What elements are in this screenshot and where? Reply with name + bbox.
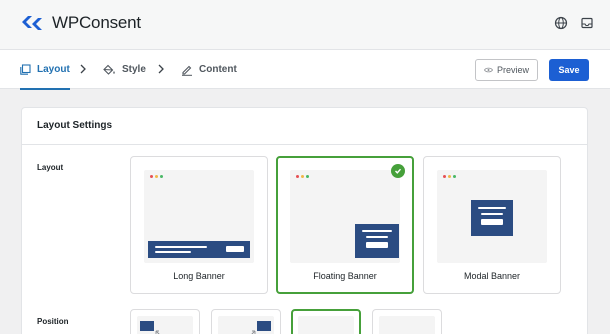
arrow-icon	[251, 330, 256, 334]
globe-icon[interactable]	[554, 16, 568, 30]
layout-option-label: Modal Banner	[463, 271, 521, 281]
position-option-bottom-right[interactable]	[211, 309, 281, 334]
position-preview	[298, 316, 354, 334]
floating-banner-shape	[355, 224, 399, 258]
panel-title: Layout Settings	[37, 120, 113, 131]
position-preview	[137, 316, 193, 334]
long-banner-shape	[148, 241, 250, 258]
save-button[interactable]: Save	[549, 59, 589, 81]
position-preview	[218, 316, 274, 334]
long-banner-preview	[144, 170, 254, 263]
tab-content-label: Content	[199, 64, 237, 75]
brand-logo: WPConsent	[20, 13, 141, 33]
preview-button[interactable]: Preview	[475, 59, 538, 81]
wpconsent-logo-icon	[22, 16, 42, 30]
brand-name: WPConsent	[52, 13, 141, 32]
layout-option-label: Floating Banner	[313, 271, 377, 281]
position-option-selected[interactable]	[291, 309, 361, 334]
pencil-icon	[182, 65, 192, 76]
layout-option-modal-banner[interactable]: Modal Banner	[423, 156, 561, 294]
tab-style-label: Style	[122, 64, 146, 75]
layout-option-label: Long Banner	[173, 271, 225, 281]
inbox-icon[interactable]	[580, 16, 594, 30]
modal-banner-shape	[471, 200, 513, 236]
tab-content[interactable]: Content	[181, 50, 237, 89]
layout-icon	[20, 64, 31, 75]
active-tab-indicator	[20, 88, 70, 90]
eye-icon	[484, 67, 493, 73]
preview-button-label: Preview	[496, 65, 529, 75]
layout-option-long-banner[interactable]: Long Banner	[130, 156, 268, 294]
chevron-right-icon	[80, 64, 86, 74]
selected-check-icon	[391, 164, 405, 178]
position-block	[140, 321, 154, 331]
arrow-icon	[155, 330, 160, 334]
tab-style[interactable]: Style	[103, 50, 146, 89]
position-preview	[379, 316, 435, 334]
chevron-right-icon	[158, 64, 164, 74]
tab-layout-label: Layout	[37, 64, 70, 75]
position-field-label: Position	[37, 317, 69, 326]
layout-settings-panel: Layout Settings Layout Long Banner Float…	[21, 107, 588, 334]
layout-field-label: Layout	[37, 163, 64, 172]
modal-banner-preview	[437, 170, 547, 263]
top-bar: WPConsent	[0, 0, 610, 50]
divider	[22, 144, 587, 145]
paint-bucket-icon	[103, 64, 115, 75]
position-option-bottom-left[interactable]	[130, 309, 200, 334]
position-option[interactable]	[372, 309, 442, 334]
tab-layout[interactable]: Layout	[20, 50, 70, 90]
floating-banner-preview	[290, 170, 400, 263]
position-block	[257, 321, 271, 331]
step-navigation: Layout Style Content Preview Save	[0, 50, 610, 90]
layout-option-floating-banner[interactable]: Floating Banner	[276, 156, 414, 294]
